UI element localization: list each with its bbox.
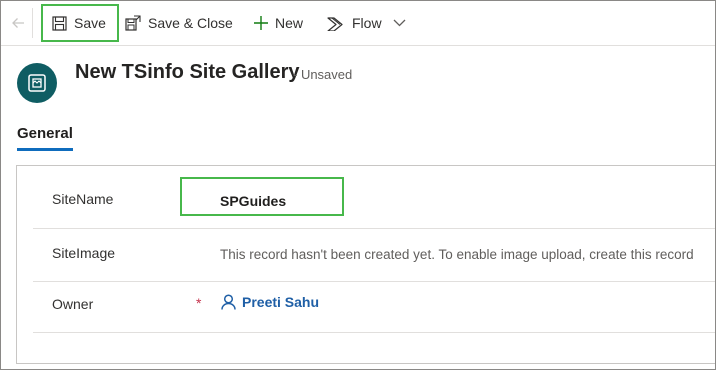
- back-button[interactable]: [7, 1, 29, 45]
- save-label: Save: [74, 15, 106, 31]
- chevron-down-icon: [393, 19, 406, 27]
- required-indicator: *: [196, 295, 202, 311]
- tab-selected-indicator: [17, 148, 73, 151]
- record-title: New TSinfo Site Gallery: [75, 61, 300, 83]
- siteimage-message: This record hasn't been created yet. To …: [220, 247, 694, 262]
- field-row-siteimage: SiteImage This record hasn't been create…: [17, 229, 715, 281]
- owner-label: Owner: [52, 296, 94, 312]
- save-and-close-label: Save & Close: [148, 15, 233, 31]
- plus-icon: [254, 16, 268, 30]
- sitename-value: SPGuides: [220, 193, 287, 209]
- flow-button[interactable]: Flow: [327, 1, 382, 45]
- siteimage-label: SiteImage: [52, 245, 116, 261]
- flow-label: Flow: [352, 15, 382, 31]
- entity-icon: [17, 63, 57, 103]
- field-row-owner: Owner * Preeti Sahu: [17, 282, 715, 332]
- general-section: SiteName * SPGuides SiteImage This recor…: [16, 165, 715, 364]
- save-close-icon: [125, 15, 141, 31]
- owner-lookup-link[interactable]: Preeti Sahu: [221, 294, 319, 310]
- flow-menu-toggle[interactable]: [393, 1, 406, 45]
- new-button[interactable]: New: [253, 1, 303, 45]
- tab-general[interactable]: General: [17, 125, 73, 142]
- new-label: New: [275, 15, 304, 31]
- owner-name: Preeti Sahu: [242, 294, 320, 310]
- flow-icon: [327, 16, 343, 31]
- sitename-label: SiteName: [52, 191, 114, 207]
- row-divider: [33, 332, 715, 333]
- command-bar: Save Save & Close New Flow: [1, 1, 715, 46]
- save-icon: [52, 15, 67, 31]
- back-arrow-icon: [12, 18, 24, 28]
- form-window: Save Save & Close New Flow New TSinfo Si…: [0, 0, 716, 370]
- field-row-sitename: SiteName * SPGuides: [17, 166, 715, 228]
- person-icon: [221, 294, 236, 310]
- save-and-close-button[interactable]: Save & Close: [125, 1, 233, 45]
- toolbar-divider: [32, 8, 33, 38]
- save-status: - Unsaved: [293, 67, 353, 82]
- save-button[interactable]: Save: [41, 4, 119, 42]
